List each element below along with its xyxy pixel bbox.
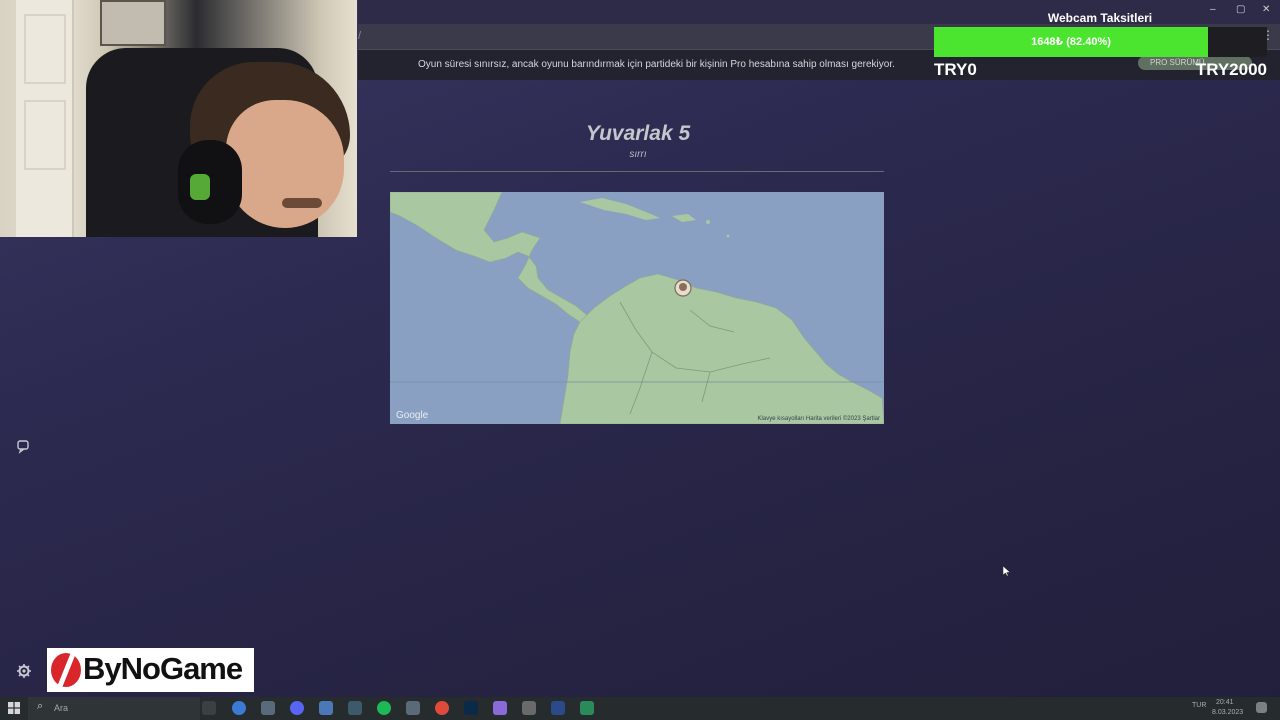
heading-divider [390,171,884,172]
address-bar-text: / [358,30,362,42]
app-icon[interactable] [493,701,507,715]
tray-clock-date[interactable]: 8.03.2023 [1212,709,1243,716]
goal-title: Webcam Taksitleri [1047,11,1153,25]
bynogame-logo: ByNoGame [47,648,254,692]
photoshop-icon[interactable] [464,701,478,715]
headphones [178,140,242,224]
search-icon: ⌕ [37,700,44,712]
door [16,0,74,237]
tray-clock-time[interactable]: 20:41 [1216,699,1234,706]
spotify-icon[interactable] [377,701,391,715]
windows-start-icon[interactable] [8,702,20,714]
map-attribution[interactable]: Klavye kısayolları Harita verileri ©2023… [758,416,880,422]
result-map[interactable]: Google Klavye kısayolları Harita veriler… [390,192,884,424]
taskbar-search-placeholder: Ara [54,703,69,713]
goal-progress-label: 1648₺ (82.40%) [1031,36,1111,48]
app-icon[interactable] [522,701,536,715]
pro-notice-text: Oyun süresi sınırsız, ancak oyunu barınd… [418,59,895,70]
app-icon[interactable] [348,701,362,715]
maximize-icon[interactable]: ▢ [1236,4,1245,15]
app-icon[interactable] [406,701,420,715]
tray-language[interactable]: TUR [1192,702,1206,709]
land-south-america [559,273,884,424]
notification-icon[interactable] [1256,702,1267,713]
streamer-mustache [282,198,322,208]
discord-icon[interactable] [290,701,304,715]
app-icon[interactable] [580,701,594,715]
round-subtitle: sırrı [629,149,647,160]
door-panel [24,100,66,170]
app-icon[interactable] [319,701,333,715]
land-cuba [580,198,660,220]
minimize-icon[interactable]: – [1210,4,1216,15]
mouse-cursor-icon [1003,566,1011,576]
google-watermark: Google [396,410,429,421]
round-title: Yuvarlak 5 [585,122,691,145]
task-view-icon[interactable] [202,701,216,715]
land-island [726,234,730,238]
door-panel [24,14,66,84]
goal-progress-bar: 1648₺ (82.40%) [934,27,1267,57]
webcam-feed [0,0,357,237]
guess-marker [674,279,692,297]
gear-icon[interactable] [14,663,34,683]
headphone-led [190,174,210,200]
logo-text: ByNoGame [83,651,243,686]
land-island [706,220,710,224]
windows-taskbar: ⌕ Ara TUR 20:41 8.03.2023 [0,697,1280,720]
chat-icon[interactable] [14,438,34,458]
goal-max-label: TRY2000 [1195,60,1267,79]
chrome-icon[interactable] [435,701,449,715]
file-explorer-icon[interactable] [261,701,275,715]
app-icon[interactable] [551,701,565,715]
streamer-face [226,100,344,228]
map-graphic [390,192,884,424]
land-central-america [390,192,589,323]
land-hispaniola [672,214,696,222]
wall-poster [100,0,166,46]
taskbar-search[interactable]: ⌕ Ara [28,697,200,720]
goal-min-label: TRY0 [934,60,977,79]
edge-icon[interactable] [232,701,246,715]
close-icon[interactable]: ✕ [1262,4,1270,15]
